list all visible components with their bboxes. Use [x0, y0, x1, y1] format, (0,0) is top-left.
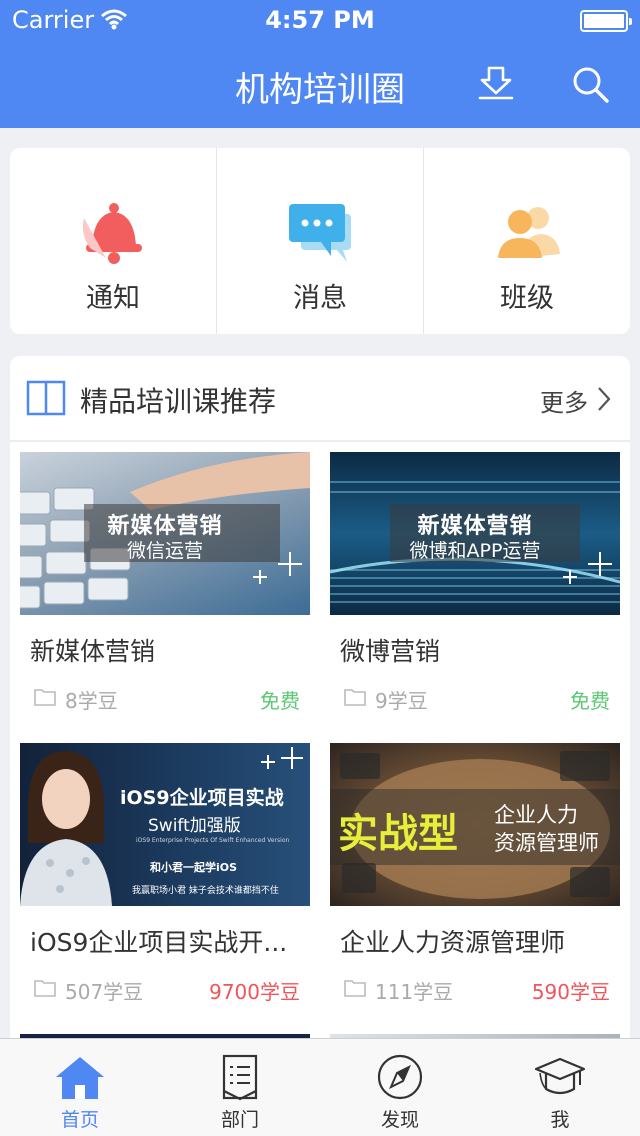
course-price: 免费 [260, 689, 300, 713]
folder-icon [34, 689, 56, 706]
more-link[interactable]: 更多 [540, 383, 588, 418]
thumbnail-tagline: 和小君一起学iOS [150, 861, 238, 874]
page-title: 机构培训圈 [235, 70, 405, 110]
course-card[interactable]: iOS9企业项目实战 Swift加强版 iOS9 Enterprise Proj… [20, 743, 310, 1013]
course-title: iOS9企业项目实战开... [30, 928, 288, 957]
course-card[interactable]: 新媒体营销 微信运营 新媒体营销 8学豆 免费 [20, 452, 310, 722]
tab-discover[interactable]: 发现 [320, 1039, 480, 1136]
quick-action-label: 通知 [86, 283, 140, 314]
tab-label: 首页 [60, 1109, 99, 1131]
course-beans: 8学豆 [65, 689, 118, 713]
course-thumbnail: 新媒体营销 微信运营 [20, 452, 310, 615]
course-thumbnail: 实战型 企业人力 资源管理师 [330, 743, 620, 906]
course-price: 免费 [570, 689, 610, 713]
course-card[interactable]: 实战型 企业人力 资源管理师 企业人力资源管理师 111学豆 590学豆 [330, 743, 620, 1013]
thumbnail-english: iOS9 Enterprise Projects Of Swift Enhanc… [136, 837, 290, 844]
thumbnail-line: 资源管理师 [494, 831, 599, 855]
tab-bar: 首页 部门 发现 我 [0, 1038, 640, 1136]
download-icon[interactable] [474, 62, 518, 106]
tab-home[interactable]: 首页 [0, 1039, 160, 1136]
course-beans: 507学豆 [65, 980, 144, 1004]
tab-me[interactable]: 我 [480, 1039, 640, 1136]
thumbnail-subcaption: 微信运营 [126, 540, 203, 562]
people-icon [498, 207, 560, 258]
quick-action-notice[interactable]: 通知 [10, 148, 217, 334]
chat-bubbles-icon [289, 204, 351, 262]
course-title: 企业人力资源管理师 [340, 928, 566, 957]
folder-icon [344, 980, 366, 997]
thumbnail-caption: 实战型 [338, 811, 458, 857]
tab-department[interactable]: 部门 [160, 1039, 320, 1136]
course-beans: 9学豆 [375, 689, 428, 713]
quick-action-label: 班级 [500, 283, 554, 314]
status-time: 4:57 PM [265, 6, 375, 34]
quick-action-label: 消息 [293, 283, 347, 314]
battery-icon [580, 10, 632, 32]
course-price: 9700学豆 [209, 980, 300, 1004]
featured-courses: 精品培训课推荐 更多 新媒体营销 微信运营 新媒体营销 8学豆 免费 新媒体营销… [10, 356, 630, 1056]
thumbnail-subcaption: 企业人力 [494, 803, 578, 827]
course-title: 微博营销 [340, 637, 441, 666]
course-card[interactable]: 新媒体营销 微博和APP运营 微博营销 9学豆 免费 [330, 452, 620, 722]
course-thumbnail: iOS9企业项目实战 Swift加强版 iOS9 Enterprise Proj… [20, 743, 310, 906]
thumbnail-subcaption: 微博和APP运营 [409, 540, 541, 562]
folder-icon [34, 980, 56, 997]
quick-action-message[interactable]: 消息 [217, 148, 424, 334]
tab-label: 我 [550, 1109, 570, 1131]
chevron-right-icon[interactable] [596, 386, 612, 412]
course-beans: 111学豆 [375, 980, 454, 1004]
course-thumbnail: 新媒体营销 微博和APP运营 [330, 452, 620, 615]
folder-icon [344, 689, 366, 706]
quick-action-class[interactable]: 班级 [424, 148, 630, 334]
course-title: 新媒体营销 [30, 637, 156, 666]
thumbnail-subcaption: Swift加强版 [148, 816, 241, 836]
tab-label: 部门 [220, 1109, 259, 1131]
list-doc-icon [222, 1054, 258, 1101]
nav-bar: 机构培训圈 [0, 40, 640, 128]
book-icon [26, 380, 66, 416]
course-price: 590学豆 [531, 980, 610, 1004]
tab-label: 发现 [380, 1109, 419, 1131]
thumbnail-slogan: 我赢职场小君 妹子会技术谁都挡不住 [132, 886, 279, 896]
status-bar: Carrier 4:57 PM [0, 0, 640, 40]
compass-icon [377, 1054, 423, 1100]
bell-icon [82, 203, 142, 264]
home-icon [56, 1057, 104, 1099]
section-title: 精品培训课推荐 [80, 385, 277, 418]
thumbnail-caption: iOS9企业项目实战 [120, 787, 284, 809]
section-header: 精品培训课推荐 更多 [10, 356, 630, 442]
quick-actions: 通知 消息 班级 [10, 148, 630, 334]
search-icon[interactable] [568, 62, 612, 106]
graduation-cap-icon [534, 1057, 586, 1095]
